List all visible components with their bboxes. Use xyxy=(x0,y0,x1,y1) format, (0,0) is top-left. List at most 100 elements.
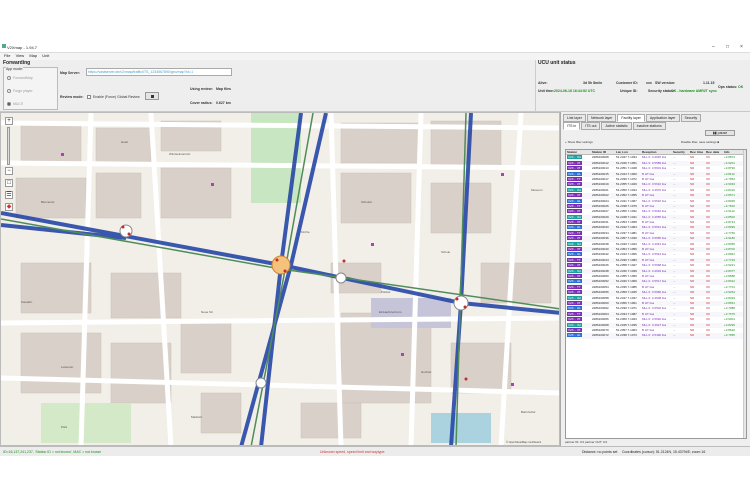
station-cell: V2X... 0H xyxy=(567,187,582,192)
security-cell: ... xyxy=(673,230,676,235)
station-id-cell: 2286100034 xyxy=(592,230,609,235)
info-cell: +3.9264 xyxy=(724,290,735,295)
menu-file[interactable]: File xyxy=(4,53,10,58)
minimize-icon[interactable]: – xyxy=(712,44,715,50)
latlon-cell: 51.2342 7.1064 xyxy=(616,225,637,230)
desktop-background-bottom xyxy=(0,456,750,500)
map-view[interactable]: Winckelmannstr. Blumenstr. Schulstr. Neu… xyxy=(0,112,560,446)
info-cell: +3.8333 xyxy=(724,295,735,300)
tab-security[interactable]: Security xyxy=(680,114,702,122)
sw-version-label: SW version: xyxy=(655,81,676,85)
station-cell: V2X... TT xyxy=(567,284,582,289)
square-icon xyxy=(150,95,154,98)
zoom-out-icon[interactable]: − xyxy=(5,167,13,175)
rev-data-cell: OK xyxy=(706,327,711,332)
rev-data-cell: OK xyxy=(706,317,711,322)
station-id-cell: 2286100036 xyxy=(592,236,609,241)
subtab-its-out[interactable]: ITS out xyxy=(581,122,601,130)
station-id-cell: 2286100027 xyxy=(592,209,609,214)
rev-time-cell: NR xyxy=(690,295,695,300)
mode-option-multi[interactable]: MULTI xyxy=(7,102,23,107)
subtab-inactive-stations[interactable]: Inactive stations xyxy=(632,122,666,130)
station-id-cell: 2286100008 xyxy=(592,155,609,160)
subtab-active-statistic[interactable]: Active statistic xyxy=(601,122,632,130)
station-cell: V2X... 3T xyxy=(567,273,582,278)
layers-icon[interactable]: ☰ xyxy=(5,191,13,199)
radio-icon xyxy=(7,89,11,94)
layer-tabs: Link layer Network layer Facility layer App… xyxy=(563,114,702,122)
rev-time-cell: NR xyxy=(690,230,695,235)
latlon-cell: 51.2338 7.1079 xyxy=(616,203,637,208)
map-server-input[interactable]: https://vastserver.de/v2xmap/traffic/ITS… xyxy=(86,68,232,76)
table-scrollbar[interactable] xyxy=(743,150,746,438)
station-id-cell: 2286100046 xyxy=(592,263,609,268)
mode-option-forgn-player[interactable]: Forgn player xyxy=(7,89,33,94)
info-cell: +3.8651 xyxy=(724,300,735,305)
customer-id-label: Customer ID: xyxy=(616,81,638,85)
security-cell: ... xyxy=(673,284,676,289)
station-id-cell: 2286100066 xyxy=(592,317,609,322)
tab-network-layer[interactable]: Network layer xyxy=(586,114,617,122)
security-cell: ... xyxy=(673,317,676,322)
reception-cell: MLL 0: 3.4655 lisa xyxy=(642,214,667,219)
info-cell: +3.7766 xyxy=(724,230,735,235)
desktop-background xyxy=(0,0,750,44)
location-icon[interactable]: ◆ xyxy=(5,203,13,211)
poi-label: Kirche xyxy=(301,230,310,234)
rev-time-cell: NR xyxy=(690,176,695,181)
reception-cell: B HT lisa xyxy=(642,230,655,235)
reception-cell: MLL 0: 3.4645 lisa xyxy=(642,155,667,160)
security-cell: ... xyxy=(673,252,676,257)
info-cell: +3.8099 xyxy=(724,225,735,230)
menu-map[interactable]: Map xyxy=(29,53,37,58)
tab-link-layer[interactable]: Link layer xyxy=(563,114,586,122)
info-cell: +3.7733 xyxy=(724,257,735,262)
rev-time-cell: NR xyxy=(690,257,695,262)
divider xyxy=(535,60,536,112)
show-filter-button[interactable]: + Show filter settings xyxy=(565,140,593,144)
map-server-label: Map Server: xyxy=(60,71,81,75)
table-row[interactable]: V2X... HL 2286100072 51.2338 7.1073 MLL 0: … xyxy=(566,333,746,339)
menu-view[interactable]: View xyxy=(16,53,25,58)
right-panel: Link layer Network layer Facility layer App… xyxy=(560,112,750,446)
station-id-cell: 2286100052 xyxy=(592,279,609,284)
rev-data-cell: OK xyxy=(706,171,711,176)
latlon-cell: 51.2343 7.1066 xyxy=(616,252,637,257)
maximize-icon[interactable]: □ xyxy=(726,44,729,50)
tab-application-layer[interactable]: Application layer xyxy=(645,114,680,122)
disable-filter-button[interactable]: Disable filter, save settings ■ xyxy=(681,140,719,144)
info-cell: +3.8290 xyxy=(724,322,735,327)
zoom-slider[interactable] xyxy=(7,127,10,165)
review-browse-button[interactable] xyxy=(145,92,159,100)
enable-review-checkbox[interactable]: Enable (Force) Global Review xyxy=(87,95,140,100)
station-cell: V2X... 3T xyxy=(567,290,582,295)
fullscreen-icon[interactable]: □ xyxy=(5,179,13,187)
station-id-cell: 2286100013 xyxy=(592,166,609,171)
app-icon xyxy=(2,44,6,48)
zoom-in-icon[interactable]: + xyxy=(5,117,13,125)
close-icon[interactable]: × xyxy=(740,44,743,50)
pause-button[interactable]: ▮▮ pause xyxy=(705,130,735,136)
cover-radius-value: 0.627 km xyxy=(216,101,231,105)
security-cell: ... xyxy=(673,247,676,252)
station-id-cell: 2286100017 xyxy=(592,176,609,181)
menu-unit[interactable]: Unit xyxy=(42,53,49,58)
info-cell: +3.8874 xyxy=(724,155,735,160)
security-cell: ... xyxy=(673,327,676,332)
mode-option-forwardmap[interactable]: ForwardMap xyxy=(7,76,33,81)
tab-facility-layer[interactable]: Facility layer xyxy=(617,114,645,122)
rev-time-cell: NR xyxy=(690,203,695,208)
station-cell: V2X... 3T xyxy=(567,160,582,165)
station-table[interactable]: Station Station ID Lat, Lon Reception Securi… xyxy=(565,149,747,439)
reception-cell: B HT lisa xyxy=(642,247,655,252)
poi-label: Hotel xyxy=(121,140,128,144)
info-cell: +3.8502 xyxy=(724,214,735,219)
subtab-its-in[interactable]: ITS in xyxy=(563,122,581,130)
security-cell: ... xyxy=(673,193,676,198)
security-cell: ... xyxy=(673,333,676,338)
partner-counts: partner IN: 0.0 partner OUT: 0.0 xyxy=(565,440,608,444)
station-id-cell: 2286100029 xyxy=(592,214,609,219)
reception-cell: B HT lisa xyxy=(642,203,655,208)
station-cell: V2X... TT xyxy=(567,311,582,316)
map-canvas[interactable]: Winckelmannstr. Blumenstr. Schulstr. Neu… xyxy=(1,113,560,446)
